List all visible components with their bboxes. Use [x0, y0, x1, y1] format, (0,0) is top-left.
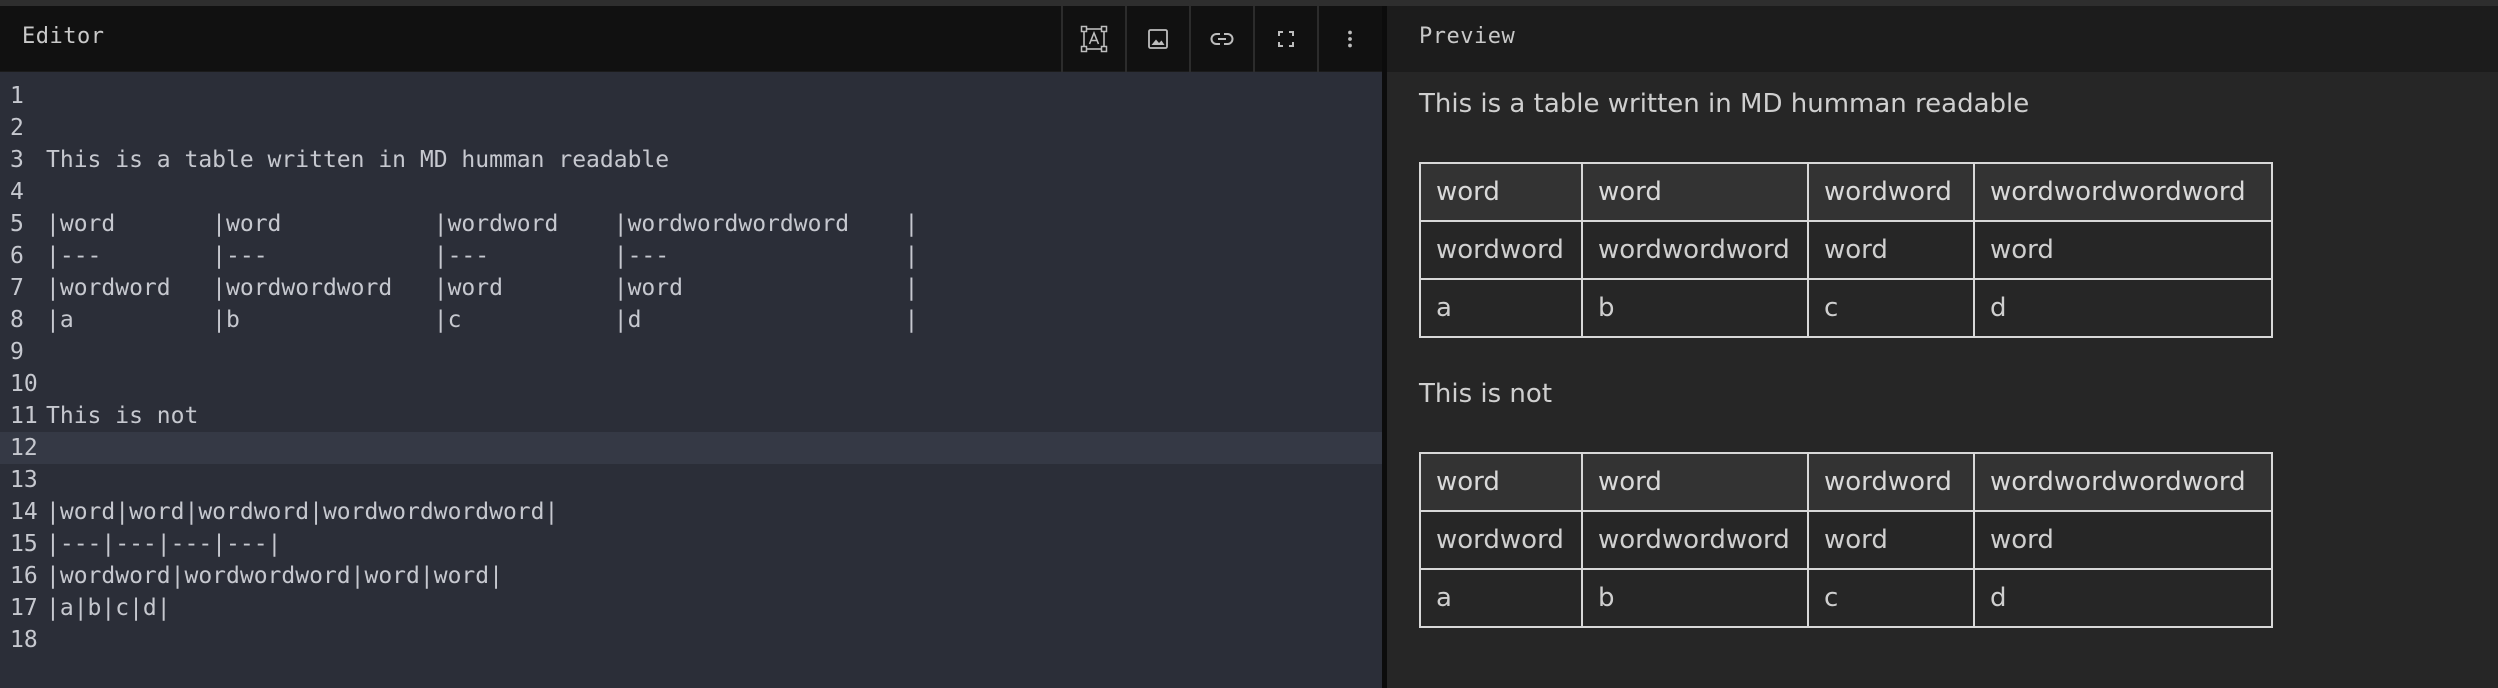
code-line[interactable]: 15 |---|---|---|---|	[0, 528, 1382, 560]
table-cell: wordword	[1419, 220, 1583, 280]
text-frame-icon	[1080, 25, 1108, 53]
text-frame-button[interactable]	[1061, 6, 1125, 72]
code-line-text: |word|word|wordword|wordwordwordword|	[46, 499, 559, 525]
code-line[interactable]: 8 |a |b |c |d |	[0, 304, 1382, 336]
table-header-row: word word wordword wordwordwordword	[1419, 452, 2273, 512]
line-number: 10	[10, 371, 38, 397]
code-line-text: |--- |--- |--- |--- |	[46, 243, 919, 269]
table-cell: d	[1973, 568, 2273, 628]
code-line[interactable]: 16 |wordword|wordwordword|word|word|	[0, 560, 1382, 592]
table-cell: d	[1973, 278, 2273, 338]
preview-table: word word wordword wordwordwordword word…	[1419, 452, 2273, 628]
table-header-cell: word	[1581, 452, 1809, 512]
table-row: wordword wordwordword word word	[1419, 220, 2273, 280]
line-number: 12	[10, 435, 38, 461]
code-line[interactable]: 7 |wordword |wordwordword |word |word |	[0, 272, 1382, 304]
preview-pane: Preview This is a table written in MD hu…	[1387, 6, 2498, 688]
code-line[interactable]: 18	[0, 624, 1382, 656]
code-line-text: This is not	[46, 403, 199, 429]
line-number: 18	[10, 627, 38, 653]
more-vertical-icon	[1348, 30, 1352, 48]
line-number: 14	[10, 499, 38, 525]
table-cell: b	[1581, 568, 1809, 628]
line-number: 16	[10, 563, 38, 589]
table-header-cell: wordword	[1807, 452, 1975, 512]
table-cell: word	[1807, 510, 1975, 570]
line-number: 7	[10, 275, 24, 301]
image-icon	[1148, 29, 1168, 49]
code-line[interactable]: 3 This is a table written in MD humman re…	[0, 144, 1382, 176]
line-number: 11	[10, 403, 38, 429]
insert-link-button[interactable]	[1189, 6, 1253, 72]
preview-header: Preview	[1387, 6, 2498, 72]
code-line[interactable]: 12	[0, 432, 1382, 464]
preview-title: Preview	[1419, 24, 1516, 49]
code-line[interactable]: 11 This is not	[0, 400, 1382, 432]
line-number: 15	[10, 531, 38, 557]
code-line[interactable]: 6 |--- |--- |--- |--- |	[0, 240, 1382, 272]
editor-title: Editor	[22, 24, 105, 49]
table-header-row: word word wordword wordwordwordword	[1419, 162, 2273, 222]
line-number: 8	[10, 307, 24, 333]
code-line-text: This is a table written in MD humman rea…	[46, 147, 670, 173]
table-cell: c	[1807, 568, 1975, 628]
code-line[interactable]: 17 |a|b|c|d|	[0, 592, 1382, 624]
fullscreen-button[interactable]	[1253, 6, 1317, 72]
table-header-cell: wordword	[1807, 162, 1975, 222]
code-line-text: |---|---|---|---|	[46, 531, 282, 557]
table-header-cell: word	[1419, 162, 1583, 222]
line-number: 9	[10, 339, 24, 365]
table-cell: word	[1807, 220, 1975, 280]
code-line[interactable]: 14 |word|word|wordword|wordwordwordword|	[0, 496, 1382, 528]
code-line[interactable]: 4	[0, 176, 1382, 208]
preview-content: This is a table written in MD humman rea…	[1419, 86, 2273, 628]
insert-image-button[interactable]	[1125, 6, 1189, 72]
fullscreen-icon	[1278, 31, 1294, 47]
line-number: 2	[10, 115, 24, 141]
line-number: 1	[10, 83, 24, 109]
preview-paragraph: This is not	[1419, 379, 1553, 409]
table-header-cell: word	[1581, 162, 1809, 222]
editor-header: Editor	[0, 6, 1382, 72]
code-line-text: |wordword |wordwordword |word |word |	[46, 275, 919, 301]
line-number: 6	[10, 243, 24, 269]
code-editor[interactable]: 1 2 3 This is a table written in MD humman …	[0, 80, 1382, 656]
table-row: wordword wordwordword word word	[1419, 510, 2273, 570]
table-cell: wordwordword	[1581, 510, 1809, 570]
code-line[interactable]: 2	[0, 112, 1382, 144]
code-line-text: |a|b|c|d|	[46, 595, 171, 621]
code-line-text: |a |b |c |d |	[46, 307, 919, 333]
line-number: 3	[10, 147, 24, 173]
preview-paragraph: This is a table written in MD humman rea…	[1419, 89, 2030, 119]
editor-pane[interactable]: Editor 1 2 3 This is a table written in …	[0, 6, 1382, 688]
link-icon	[1210, 33, 1234, 45]
table-cell: c	[1807, 278, 1975, 338]
code-line-text: |word |word |wordword |wordwordwordword …	[46, 211, 919, 237]
line-number: 5	[10, 211, 24, 237]
line-number: 13	[10, 467, 38, 493]
line-number: 4	[10, 179, 24, 205]
table-cell: wordword	[1419, 510, 1583, 570]
table-cell: a	[1419, 278, 1583, 338]
table-row: a b c d	[1419, 568, 2273, 628]
table-header-cell: wordwordwordword	[1973, 452, 2273, 512]
table-row: a b c d	[1419, 278, 2273, 338]
table-header-cell: word	[1419, 452, 1583, 512]
table-cell: word	[1973, 510, 2273, 570]
table-header-cell: wordwordwordword	[1973, 162, 2273, 222]
table-cell: word	[1973, 220, 2273, 280]
code-line-text: |wordword|wordwordword|word|word|	[46, 563, 503, 589]
code-line[interactable]: 13	[0, 464, 1382, 496]
preview-table: word word wordword wordwordwordword word…	[1419, 162, 2273, 338]
table-cell: wordwordword	[1581, 220, 1809, 280]
more-options-button[interactable]	[1317, 6, 1381, 72]
table-cell: b	[1581, 278, 1809, 338]
line-number: 17	[10, 595, 38, 621]
code-line[interactable]: 5 |word |word |wordword |wordwordwordword…	[0, 208, 1382, 240]
code-line[interactable]: 1	[0, 80, 1382, 112]
table-cell: a	[1419, 568, 1583, 628]
code-line[interactable]: 9	[0, 336, 1382, 368]
editor-toolbar	[1061, 6, 1381, 72]
code-line[interactable]: 10	[0, 368, 1382, 400]
